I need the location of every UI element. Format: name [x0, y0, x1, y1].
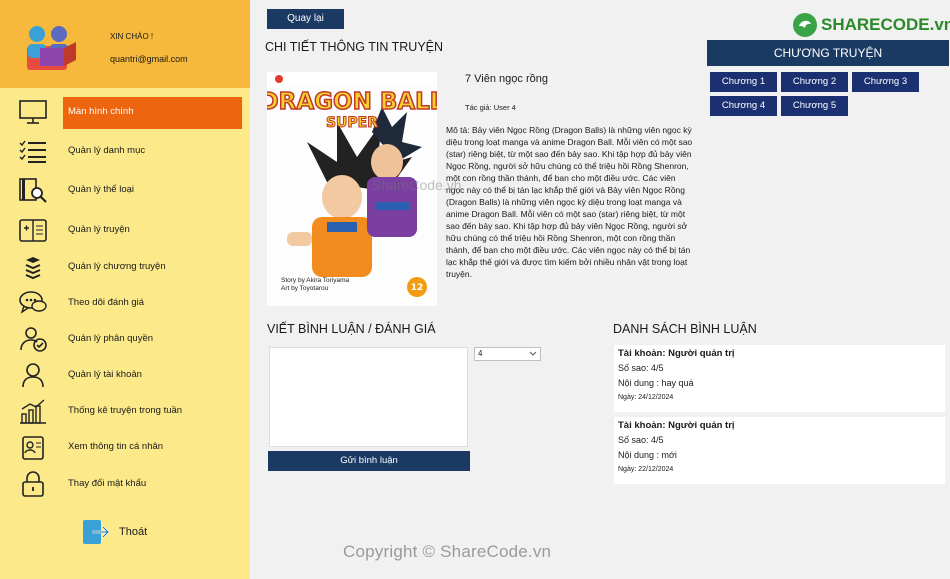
chapter-button-1[interactable]: Chương 1 — [710, 72, 777, 92]
sidebar-item-weekly-stats[interactable]: Thống kê truyện trong tuần — [0, 394, 250, 428]
sidebar-item-label: Quản lý danh mục — [68, 145, 146, 156]
send-comment-button[interactable]: Gửi bình luận — [268, 451, 470, 471]
book-search-icon — [19, 178, 47, 203]
user-icon — [22, 363, 44, 388]
sidebar-item-change-password[interactable]: Thay đổi mật khẩu — [0, 467, 250, 501]
chapter-button-4[interactable]: Chương 4 — [710, 96, 777, 116]
sidebar-item-label: Thay đổi mật khẩu — [68, 478, 147, 489]
chapter-button-5[interactable]: Chương 5 — [781, 96, 848, 116]
comment-input[interactable] — [269, 347, 468, 447]
review-stars: Số sao: 4/5 — [618, 435, 664, 445]
cover-subtitle: SUPER — [326, 115, 378, 131]
story-description: Mô tả: Bảy viên Ngọc Rồng (Dragon Balls)… — [446, 125, 693, 279]
chapter-button-3[interactable]: Chương 3 — [852, 72, 919, 92]
stack-icon — [25, 257, 41, 280]
cover-credit-art: Art by Toyotarou — [281, 285, 329, 292]
review-date: Ngày: 22/12/2024 — [618, 466, 674, 473]
monitor-icon — [19, 100, 47, 124]
sidebar-item-genres[interactable]: Quản lý thể loại — [0, 173, 250, 207]
sidebar-item-label: Quản lý tài khoản — [68, 369, 142, 380]
back-button[interactable]: Quay lại — [267, 9, 344, 29]
review-date: Ngày: 24/12/2024 — [618, 394, 674, 401]
greeting-text: XIN CHÀO ! — [110, 32, 154, 41]
review-item: Tài khoản: Người quản trị Số sao: 4/5 Nộ… — [614, 345, 945, 412]
sharecode-logo: SHARECODE.vn — [792, 10, 950, 40]
sidebar-item-permissions[interactable]: Quản lý phân quyền — [0, 322, 250, 356]
chapters-title: CHƯƠNG TRUYỆN — [707, 40, 949, 66]
id-card-icon — [22, 436, 44, 460]
write-review-title: VIẾT BÌNH LUẬN / ĐÁNH GIÁ — [267, 322, 436, 336]
logout-label: Thoát — [119, 526, 148, 538]
admin-avatar-icon — [27, 26, 76, 70]
sidebar-item-label: Quản lý phân quyền — [68, 333, 154, 344]
center-watermark: ShareCode.vn — [372, 177, 462, 193]
sidebar-item-profile[interactable]: Xem thông tin cá nhân — [0, 430, 250, 464]
sidebar: XIN CHÀO ! quantri@gmail.com Màn hình ch… — [0, 0, 250, 579]
rating-select[interactable]: 4 — [474, 347, 541, 361]
user-check-icon — [20, 327, 47, 352]
copyright-watermark: Copyright © ShareCode.vn — [343, 542, 552, 561]
user-email: quantri@gmail.com — [110, 54, 188, 64]
review-item: Tài khoản: Người quản trị Số sao: 4/5 Nộ… — [614, 417, 945, 484]
open-book-icon — [19, 219, 47, 242]
logout-button[interactable]: Thoát — [82, 517, 162, 547]
list-icon — [19, 140, 46, 163]
review-content: Nội dung : hay quá — [618, 378, 694, 388]
sidebar-item-reviews[interactable]: Theo dõi đánh giá — [0, 286, 250, 320]
review-account: Tài khoản: Người quản trị — [618, 348, 735, 359]
sidebar-item-stories[interactable]: Quản lý truyện — [0, 213, 250, 247]
bar-chart-icon — [20, 399, 46, 424]
profile-panel: XIN CHÀO ! quantri@gmail.com — [0, 0, 250, 88]
sidebar-item-categories[interactable]: Quản lý danh mục — [0, 134, 250, 168]
sharecode-logo-icon — [793, 13, 817, 37]
review-stars: Số sao: 4/5 — [618, 363, 664, 373]
sharecode-logo-text: SHARECODE.vn — [821, 15, 950, 34]
story-name: 7 Viên ngọc rồng — [465, 73, 548, 85]
sidebar-item-label: Thống kê truyện trong tuần — [68, 405, 183, 416]
rating-value: 4 — [478, 349, 483, 358]
cover-volume: 12 — [411, 283, 424, 293]
sidebar-item-home[interactable]: Màn hình chính — [0, 95, 250, 129]
sidebar-item-label: Quản lý chương truyện — [68, 261, 166, 272]
sidebar-item-label: Theo dõi đánh giá — [68, 297, 145, 308]
logout-icon — [83, 520, 110, 544]
story-author: Tác giả: User 4 — [465, 103, 516, 112]
sidebar-item-chapters[interactable]: Quản lý chương truyện — [0, 250, 250, 284]
lock-icon — [22, 471, 44, 497]
sidebar-item-label: Quản lý thể loại — [68, 184, 135, 195]
sidebar-item-accounts[interactable]: Quản lý tài khoản — [0, 358, 250, 392]
review-content: Nội dung : mới — [618, 450, 677, 460]
sidebar-item-label: Xem thông tin cá nhân — [68, 441, 164, 452]
review-account: Tài khoản: Người quản trị — [618, 420, 735, 431]
sidebar-item-label: Màn hình chính — [68, 106, 134, 117]
chat-icon — [19, 291, 47, 314]
review-list-title: DANH SÁCH BÌNH LUẬN — [613, 322, 757, 336]
cover-title: DRAGON BALL — [267, 89, 437, 115]
sidebar-item-label: Quản lý truyện — [68, 224, 130, 235]
chapter-button-2[interactable]: Chương 2 — [781, 72, 848, 92]
chevron-down-icon — [529, 351, 537, 356]
cover-credit-story: Story by Akira Toriyama — [281, 277, 350, 284]
detail-title: CHI TIẾT THÔNG TIN TRUYỆN — [265, 40, 444, 54]
